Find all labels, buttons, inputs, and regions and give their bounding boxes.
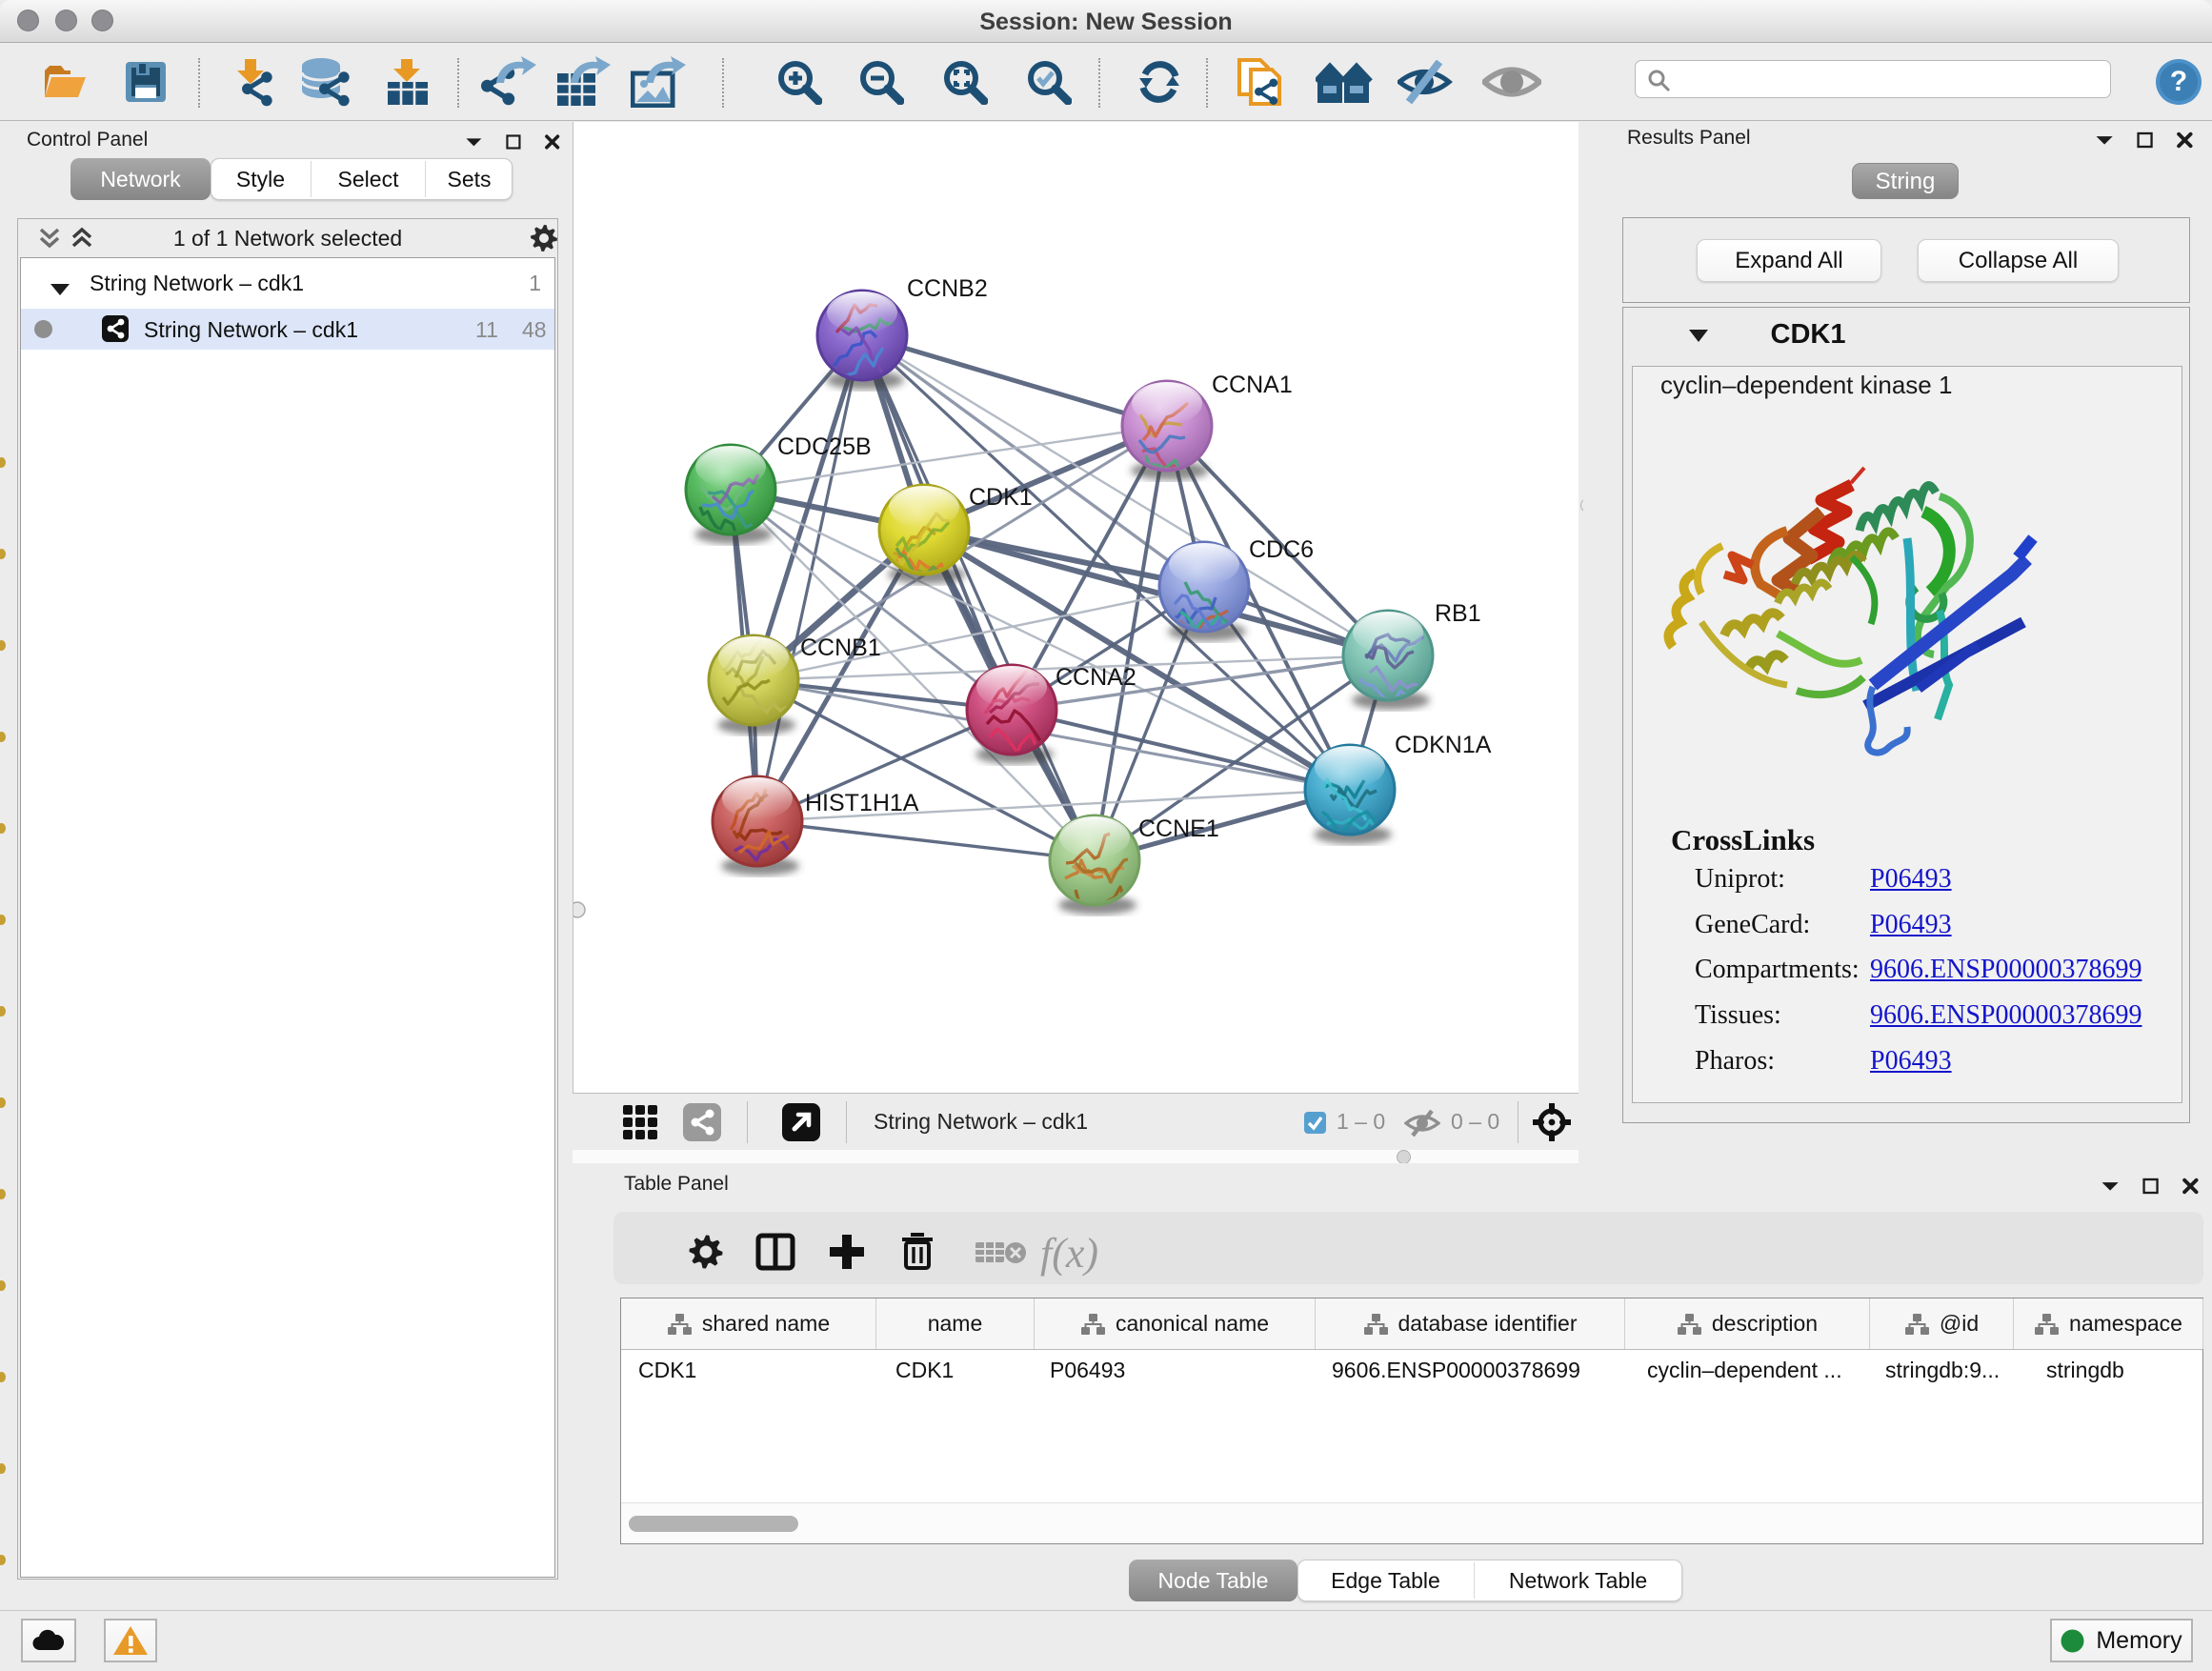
svg-text:CDC25B: CDC25B xyxy=(777,433,872,460)
svg-text:RB1: RB1 xyxy=(1435,600,1481,627)
svg-text:HIST1H1A: HIST1H1A xyxy=(805,790,919,816)
svg-text:?: ? xyxy=(2170,66,2187,97)
svg-text:CDC6: CDC6 xyxy=(1249,536,1314,563)
svg-text:CCNA1: CCNA1 xyxy=(1212,372,1293,398)
svg-text:CDK1: CDK1 xyxy=(969,484,1033,511)
svg-text:CCNB2: CCNB2 xyxy=(907,275,988,302)
svg-text:CDKN1A: CDKN1A xyxy=(1395,732,1492,758)
svg-text:CCNA2: CCNA2 xyxy=(1056,664,1136,691)
svg-text:CCNE1: CCNE1 xyxy=(1138,815,1219,842)
svg-text:CCNB1: CCNB1 xyxy=(800,634,881,661)
